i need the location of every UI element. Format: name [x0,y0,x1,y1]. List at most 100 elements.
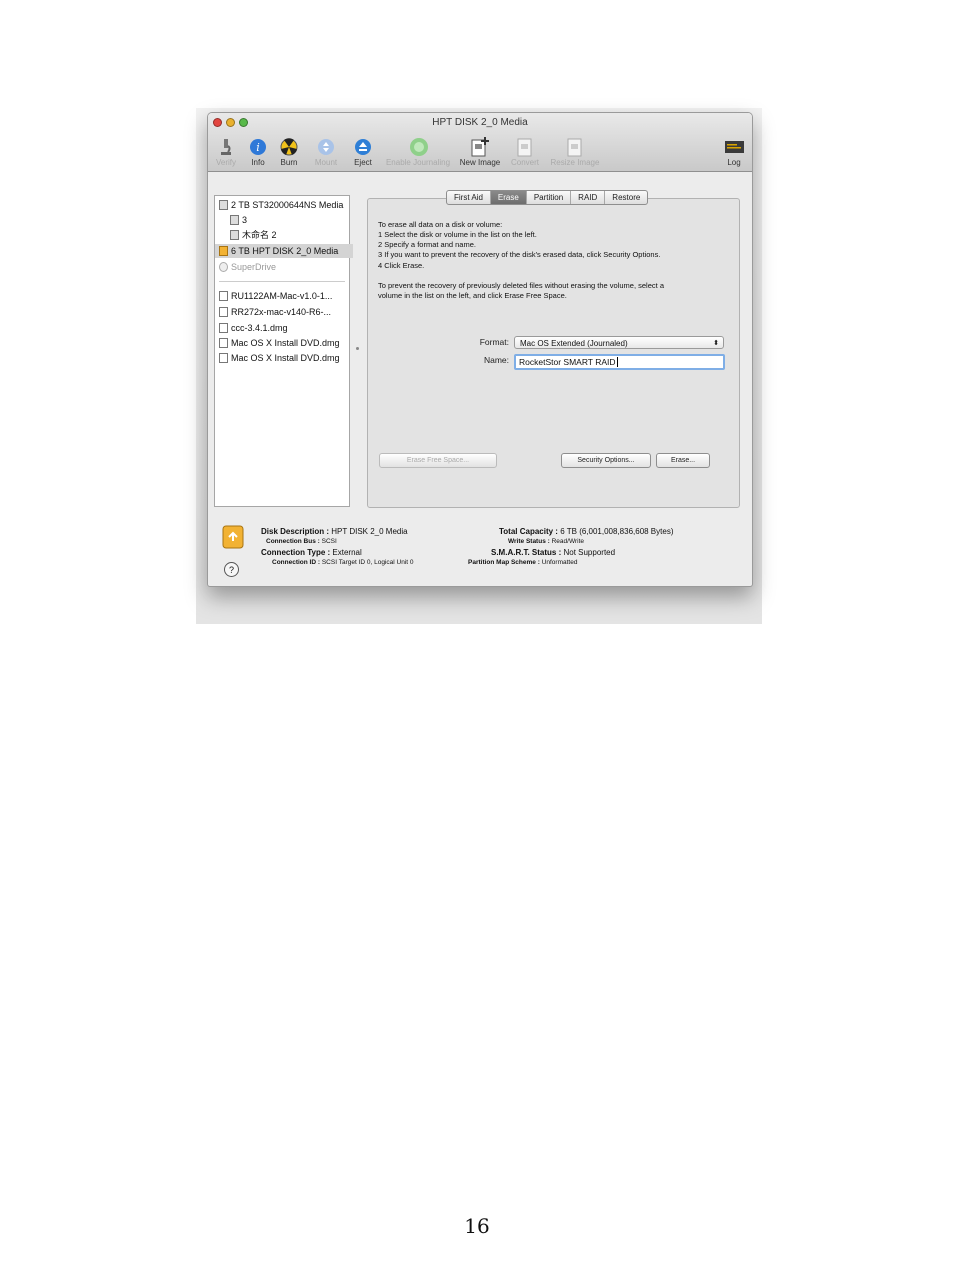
sidebar-item-label: 3 [242,215,248,225]
free-space-note: To prevent the recovery of previously de… [378,281,664,290]
toolbar-journaling-button[interactable]: Enable Journaling [382,137,454,167]
sidebar-item-label: RU1122AM-Mac-v1.0-1... [231,291,333,301]
connection-type-row: Connection Type : External [261,548,362,557]
instruction-line: 2 Specify a format and name. [378,240,476,249]
sidebar-item-label: SuperDrive [231,262,277,272]
toolbar-eject-button[interactable]: Eject [350,137,376,167]
sidebar-item-volume-3[interactable]: 3 [215,213,364,227]
toolbar-convert-button[interactable]: Convert [508,137,542,167]
toolbar-eject-label: Eject [354,158,372,167]
format-select-value: Mac OS Extended (Journaled) [520,339,628,348]
toolbar-log-label: Log [727,158,741,167]
toolbar-log-button[interactable]: Log [720,137,748,167]
disk-image-icon [219,291,228,301]
sidebar-item-label: Mac OS X Install DVD.dmg [231,353,340,363]
external-disk-icon [219,246,228,256]
toolbar-convert-label: Convert [510,158,539,167]
sidebar-item-image-5[interactable]: Mac OS X Install DVD.dmg [215,351,353,365]
erase-button[interactable]: Erase... [656,453,710,468]
disk-image-icon [219,353,228,363]
toolbar-resize-image-button[interactable]: Resize Image [546,137,604,167]
mount-icon [316,137,336,157]
burn-icon [279,137,299,157]
toolbar-new-image-button[interactable]: New Image [457,137,503,167]
toolbar-journaling-label: Enable Journaling [385,158,451,167]
erase-free-space-button[interactable]: Erase Free Space... [379,453,497,468]
hard-disk-icon [219,200,228,210]
svg-text:i: i [256,141,260,154]
free-space-note: volume in the list on the left, and clic… [378,291,567,300]
name-input[interactable]: RocketStor SMART RAID [514,354,725,370]
connection-bus-label: Connection Bus : [266,538,320,545]
sidebar-item-image-4[interactable]: Mac OS X Install DVD.dmg [215,336,353,350]
sidebar-item-label: 木命名 2 [242,230,277,240]
security-options-button[interactable]: Security Options... [561,453,651,468]
write-status-row: Write Status : Read/Write [508,538,584,545]
tab-erase[interactable]: Erase [490,191,527,204]
split-view-handle[interactable] [356,347,359,350]
disk-list-sidebar[interactable]: 2 TB ST32000644NS Media 3 木命名 2 6 TB HPT… [214,195,353,507]
tab-raid[interactable]: RAID [571,191,606,204]
format-label: Format: [479,337,509,347]
tab-first-aid[interactable]: First Aid [447,191,491,204]
eject-icon [353,137,373,157]
partition-map-value: Unformatted [541,559,578,566]
disk-description-row: Disk Description : HPT DISK 2_0 Media [261,527,408,536]
convert-icon [515,137,535,157]
journaling-icon [408,137,428,157]
toolbar-info-button[interactable]: i Info [246,137,270,167]
text-cursor [616,357,618,367]
sidebar-item-disk-2tb[interactable]: 2 TB ST32000644NS Media [215,198,353,212]
toolbar-new-image-label: New Image [459,158,501,167]
total-capacity-label: Total Capacity : [499,527,558,536]
titlebar: HPT DISK 2_0 Media Verify i Info Burn Mo… [208,113,752,172]
window-title: HPT DISK 2_0 Media [432,117,528,128]
sidebar-divider [219,281,345,282]
sidebar-item-image-1[interactable]: RU1122AM-Mac-v1.0-1... [215,289,353,303]
info-icon: i [248,137,268,157]
format-select[interactable]: Mac OS Extended (Journaled) ⬍ [514,336,724,349]
connection-bus-row: Connection Bus : SCSI [266,538,337,545]
toolbar-verify-button[interactable]: Verify [212,137,240,167]
disk-image-icon [219,338,228,348]
name-input-value: RocketStor SMART RAID [519,357,616,367]
toolbar-info-label: Info [251,158,265,167]
toolbar-verify-label: Verify [215,158,236,167]
connection-type-value: External [332,548,362,557]
resize-image-icon [565,137,585,157]
volume-icon [230,215,239,225]
tab-restore[interactable]: Restore [605,191,647,204]
sidebar-item-superdrive[interactable]: SuperDrive [215,260,353,274]
name-label: Name: [483,355,509,365]
toolbar-burn-button[interactable]: Burn [276,137,302,167]
toolbar-burn-label: Burn [280,158,298,167]
disk-description-label: Disk Description : [261,527,330,536]
disk-utility-window: HPT DISK 2_0 Media Verify i Info Burn Mo… [207,112,753,587]
disk-description-value: HPT DISK 2_0 Media [331,527,408,536]
write-status-label: Write Status : [508,538,550,545]
instruction-line: To erase all data on a disk or volume: [378,220,503,229]
total-capacity-row: Total Capacity : 6 TB (6,001,008,836,608… [499,527,673,536]
partition-map-row: Partition Map Scheme : Unformatted [468,559,577,566]
total-capacity-value: 6 TB (6,001,008,836,608 Bytes) [560,527,674,536]
sidebar-item-hpt-disk[interactable]: 6 TB HPT DISK 2_0 Media [215,244,353,258]
log-icon [724,137,744,157]
sidebar-item-image-2[interactable]: RR272x-mac-v140-R6-... [215,305,353,319]
instruction-line: 3 If you want to prevent the recovery of… [378,250,661,259]
new-image-icon [470,137,490,157]
sidebar-item-image-3[interactable]: ccc-3.4.1.dmg [215,321,353,335]
tab-partition[interactable]: Partition [527,191,572,204]
select-arrows-icon: ⬍ [713,340,719,347]
optical-drive-icon [219,262,228,272]
smart-status-value: Not Supported [563,548,616,557]
help-button[interactable]: ? [224,562,239,577]
external-disk-icon [222,524,244,555]
sidebar-item-label: RR272x-mac-v140-R6-... [231,307,332,317]
toolbar-mount-label: Mount [314,158,338,167]
toolbar-mount-button[interactable]: Mount [311,137,341,167]
sidebar-item-volume-2[interactable]: 木命名 2 [215,228,364,242]
tab-bar: First Aid Erase Partition RAID Restore [446,190,649,205]
smart-status-label: S.M.A.R.T. Status : [491,548,562,557]
sidebar-item-label: 2 TB ST32000644NS Media [231,200,344,210]
connection-id-value: SCSI Target ID 0, Logical Unit 0 [321,559,414,566]
